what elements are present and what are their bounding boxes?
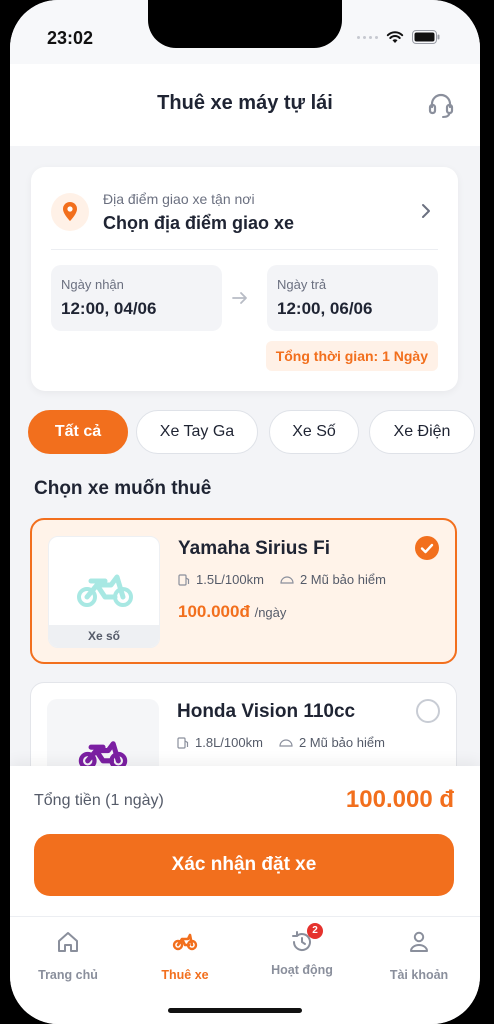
page-title: Thuê xe máy tự lái (157, 92, 333, 114)
signal-icon (357, 35, 378, 39)
wifi-icon (386, 31, 404, 43)
status-bar: 23:02 (10, 0, 480, 64)
motorbike-icon (172, 933, 198, 951)
bike-name: Honda Vision 110cc (177, 701, 356, 722)
arrow-right-icon (232, 292, 247, 304)
duration-badge: Tổng thời gian: 1 Ngày (265, 341, 438, 371)
fuel-icon (177, 736, 189, 749)
status-icons (357, 30, 440, 44)
fuel-consumption: 1.5L/100km (196, 572, 264, 587)
status-time: 23:02 (47, 28, 94, 48)
section-title: Chọn xe muốn thuê (34, 478, 212, 499)
helmet-icon (279, 738, 293, 747)
price-unit: /ngày (254, 605, 287, 620)
tab-rent[interactable]: Thuê xe (130, 929, 240, 982)
total-value: 100.000 đ (345, 786, 454, 813)
bike-price: 100.000đ /ngày (178, 602, 286, 622)
booking-card: Địa điểm giao xe tận nơi Chọn địa điểm g… (31, 167, 458, 391)
return-date-value: 12:00, 06/06 (277, 299, 373, 318)
tab-home[interactable]: Trang chủ (13, 929, 123, 982)
bike-type-label: Xe số (49, 625, 159, 647)
helmet-count: 2 Mũ bảo hiểm (298, 735, 385, 750)
price-amount: 100.000đ (178, 602, 250, 621)
bike-card[interactable]: Xe số Yamaha Sirius Fi 1.5L/100km 2 Mũ b… (30, 518, 457, 664)
tab-activity[interactable]: 2 Hoạt động (247, 923, 357, 977)
chevron-right-icon[interactable] (418, 203, 434, 219)
phone-screen: 23:02 Thuê xe máy tự lái Địa điểm giao x… (10, 0, 480, 1024)
total-label: Tổng tiền (1 ngày) (34, 792, 164, 809)
booking-summary: Tổng tiền (1 ngày) 100.000 đ Xác nhận đặ… (10, 766, 480, 916)
bike-specs: 1.8L/100km 2 Mũ bảo hiểm (177, 735, 385, 750)
location-pin-icon (51, 193, 89, 231)
location-subtitle: Địa điểm giao xe tận nơi (103, 191, 255, 207)
filter-chip-electric[interactable]: Xe Điện (369, 410, 475, 454)
filter-chip-all[interactable]: Tất cả (28, 410, 128, 454)
user-icon (410, 931, 428, 952)
filter-chip-manual[interactable]: Xe Số (269, 410, 359, 454)
divider (51, 249, 438, 250)
helmet-count: 2 Mũ bảo hiểm (299, 572, 386, 587)
tab-account[interactable]: Tài khoản (364, 929, 474, 982)
bike-thumbnail: Xe số (48, 536, 160, 648)
tab-account-label: Tài khoản (389, 968, 449, 982)
tab-activity-label: Hoạt động (271, 963, 333, 977)
motorbike-icon (77, 574, 133, 607)
selected-check-icon[interactable] (415, 536, 439, 560)
bike-specs: 1.5L/100km 2 Mũ bảo hiểm (178, 572, 386, 587)
notch (148, 0, 342, 48)
return-date-label: Ngày trả (277, 277, 327, 292)
fuel-icon (178, 573, 190, 586)
tab-rent-label: Thuê xe (161, 968, 209, 982)
home-indicator (168, 1008, 302, 1013)
filter-chip-scooter[interactable]: Xe Tay Ga (136, 410, 258, 454)
filter-chips: Tất cả Xe Tay Ga Xe Số Xe Điện (28, 410, 478, 456)
fuel-consumption: 1.8L/100km (195, 735, 263, 750)
pickup-date-label: Ngày nhận (61, 277, 124, 292)
headset-icon[interactable] (426, 90, 456, 120)
history-icon: 2 (289, 923, 323, 955)
pickup-date-field[interactable]: Ngày nhận 12:00, 04/06 (51, 265, 222, 331)
location-select[interactable]: Chọn địa điểm giao xe (103, 213, 294, 234)
helmet-icon (280, 575, 294, 584)
notification-badge: 2 (307, 923, 323, 939)
home-icon (58, 932, 78, 952)
return-date-field[interactable]: Ngày trả 12:00, 06/06 (267, 265, 438, 331)
bike-name: Yamaha Sirius Fi (178, 538, 331, 559)
battery-icon (412, 30, 440, 44)
tab-home-label: Trang chủ (38, 968, 98, 982)
confirm-booking-button[interactable]: Xác nhận đặt xe (34, 834, 454, 896)
pickup-date-value: 12:00, 04/06 (61, 299, 157, 318)
unselected-radio-icon[interactable] (416, 699, 440, 723)
app-header: Thuê xe máy tự lái (10, 64, 480, 146)
